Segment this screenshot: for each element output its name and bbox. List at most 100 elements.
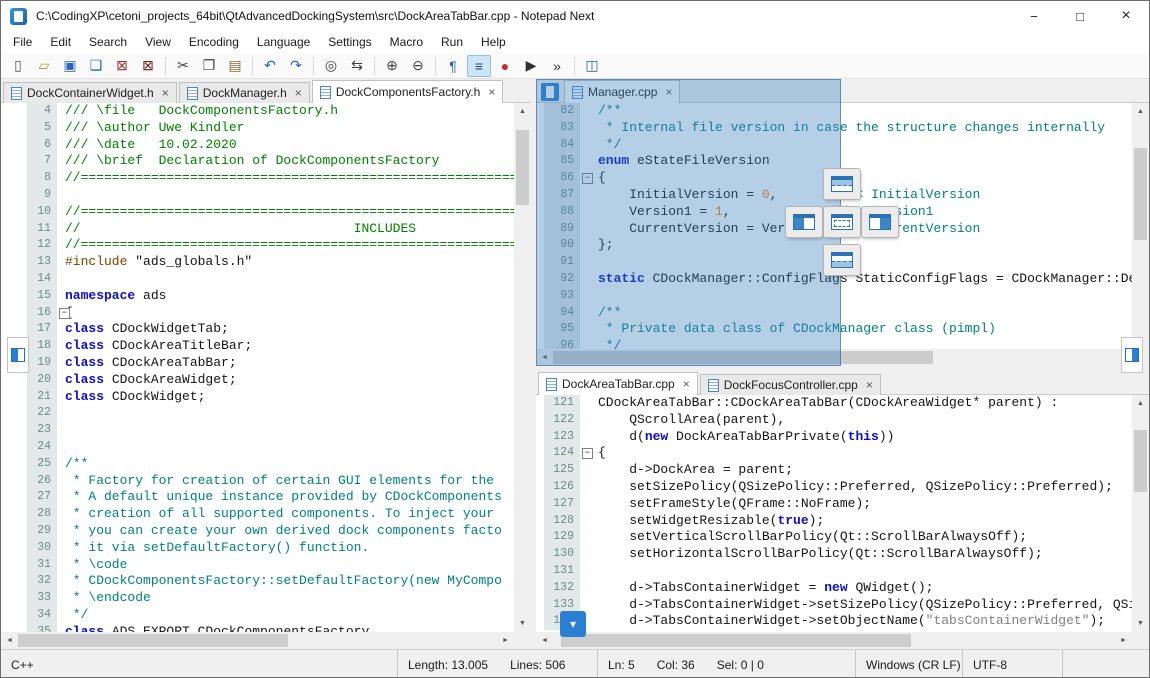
scroll-thumb[interactable] (561, 634, 911, 647)
undo-button[interactable]: ↶ (258, 55, 282, 77)
statusbar-eol-format[interactable]: Windows (CR LF) (856, 650, 963, 678)
copy-button[interactable]: ❐ (197, 55, 221, 77)
line-number[interactable]: 25 (27, 456, 57, 473)
tab-close-icon[interactable]: × (162, 87, 169, 99)
scroll-left-arrow[interactable]: ◄ (536, 632, 553, 649)
line-number[interactable]: 132 (544, 580, 580, 597)
menu-item-view[interactable]: View (136, 32, 180, 52)
zoom-out-button[interactable]: ⊖ (406, 55, 430, 77)
zoom-in-button[interactable]: ⊕ (380, 55, 404, 77)
auto-hide-tab-left[interactable] (7, 337, 29, 373)
new-file-button[interactable]: ▯ (6, 55, 30, 77)
close-window-button[interactable]: × (1103, 1, 1149, 31)
line-number[interactable]: 35 (27, 624, 57, 632)
drop-indicator-center[interactable] (824, 207, 860, 237)
line-number[interactable]: 122 (544, 412, 580, 429)
drop-indicator-bottom[interactable] (824, 245, 860, 275)
menu-item-file[interactable]: File (4, 32, 41, 52)
vertical-scrollbar[interactable]: ▲▼ (1132, 395, 1149, 632)
statusbar-language[interactable]: C++ (1, 650, 398, 678)
line-number[interactable]: 33 (27, 590, 57, 607)
scroll-left-arrow[interactable]: ◄ (1, 632, 18, 649)
line-number[interactable]: 8 (27, 170, 57, 187)
menu-item-macro[interactable]: Macro (381, 32, 432, 52)
line-number[interactable]: 12 (27, 237, 57, 254)
code-editor[interactable]: 4/// \file DockComponentsFactory.h5/// \… (1, 103, 514, 632)
line-number[interactable]: 15 (27, 288, 57, 305)
drop-indicator-top[interactable] (824, 169, 860, 199)
vertical-scrollbar[interactable]: ▲▼ (1132, 103, 1149, 349)
vertical-scrollbar[interactable]: ▲▼ (514, 103, 531, 632)
line-number[interactable]: 20 (27, 372, 57, 389)
line-number[interactable]: 24 (27, 439, 57, 456)
line-number[interactable]: 130 (544, 546, 580, 563)
tab-dockcomponentsfactory-h[interactable]: DockComponentsFactory.h× (312, 80, 504, 103)
scroll-up-arrow[interactable]: ▲ (1132, 103, 1149, 120)
line-number[interactable]: 121 (544, 395, 580, 412)
line-number[interactable]: 34 (27, 607, 57, 624)
maximize-button[interactable]: □ (1057, 1, 1103, 31)
tab-close-icon[interactable]: × (683, 378, 690, 390)
fold-marker[interactable]: − (59, 308, 70, 319)
scroll-track[interactable] (1132, 120, 1149, 332)
line-number[interactable]: 129 (544, 529, 580, 546)
fold-marker[interactable]: − (582, 448, 593, 459)
line-number[interactable]: 30 (27, 540, 57, 557)
line-number[interactable]: 5 (27, 120, 57, 137)
show-symbols-button[interactable]: ¶ (441, 55, 465, 77)
scroll-up-arrow[interactable]: ▲ (514, 103, 531, 120)
scroll-thumb[interactable] (1134, 430, 1147, 492)
line-number[interactable]: 27 (27, 489, 57, 506)
save-all-button[interactable]: ❑ (84, 55, 108, 77)
tab-dockcontainerwidget-h[interactable]: DockContainerWidget.h× (3, 82, 177, 103)
line-number[interactable]: 31 (27, 557, 57, 574)
line-number[interactable]: 17 (27, 321, 57, 338)
line-number[interactable]: 22 (27, 405, 57, 422)
line-number[interactable]: 11 (27, 221, 57, 238)
cut-button[interactable]: ✂ (171, 55, 195, 77)
horizontal-scrollbar[interactable]: ◄► (1, 632, 531, 649)
paste-button[interactable]: ▤ (223, 55, 247, 77)
drop-indicator-right[interactable] (862, 207, 898, 237)
tab-dockmanager-h[interactable]: DockManager.h× (179, 82, 310, 103)
line-number[interactable]: 7 (27, 153, 57, 170)
scroll-track[interactable] (1132, 412, 1149, 615)
playback-macro-button[interactable]: ▶ (519, 55, 543, 77)
line-number[interactable]: 10 (27, 204, 57, 221)
tab-close-icon[interactable]: × (866, 379, 873, 391)
line-number[interactable]: 23 (27, 422, 57, 439)
line-number[interactable]: 18 (27, 338, 57, 355)
auto-hide-tab-bottom[interactable]: ▾ (560, 611, 586, 637)
scroll-down-arrow[interactable]: ▼ (1132, 615, 1149, 632)
line-number[interactable]: 125 (544, 462, 580, 479)
tab-close-icon[interactable]: × (488, 86, 495, 98)
line-number[interactable]: 26 (27, 473, 57, 490)
line-number[interactable]: 123 (544, 429, 580, 446)
auto-hide-tab-right[interactable] (1121, 337, 1143, 373)
code-editor[interactable]: 121CDockAreaTabBar::CDockAreaTabBar(CDoc… (536, 395, 1132, 632)
scroll-right-arrow[interactable]: ► (497, 632, 514, 649)
tab-dockareatabbar-cpp[interactable]: DockAreaTabBar.cpp× (538, 372, 698, 395)
line-number[interactable]: 4 (27, 103, 57, 120)
line-number[interactable]: 21 (27, 389, 57, 406)
save-button[interactable]: ▣ (58, 55, 82, 77)
line-number[interactable]: 16 (27, 305, 57, 322)
scroll-thumb[interactable] (18, 634, 288, 647)
tab-close-icon[interactable]: × (295, 87, 302, 99)
scroll-track[interactable] (553, 632, 1115, 649)
menu-item-edit[interactable]: Edit (41, 32, 80, 52)
menu-item-settings[interactable]: Settings (319, 32, 380, 52)
menu-item-language[interactable]: Language (248, 32, 319, 52)
line-number[interactable]: 127 (544, 496, 580, 513)
drop-indicator-left[interactable] (786, 207, 822, 237)
find-button[interactable]: ◎ (319, 55, 343, 77)
redo-button[interactable]: ↷ (284, 55, 308, 77)
line-number[interactable]: 9 (27, 187, 57, 204)
close-file-button[interactable]: ⊠ (110, 55, 134, 77)
line-number[interactable]: 124 (544, 445, 580, 462)
line-number[interactable]: 6 (27, 137, 57, 154)
horizontal-scrollbar[interactable]: ◄► (536, 632, 1149, 649)
line-number[interactable]: 131 (544, 563, 580, 580)
scroll-thumb[interactable] (516, 130, 529, 205)
scroll-up-arrow[interactable]: ▲ (1132, 395, 1149, 412)
